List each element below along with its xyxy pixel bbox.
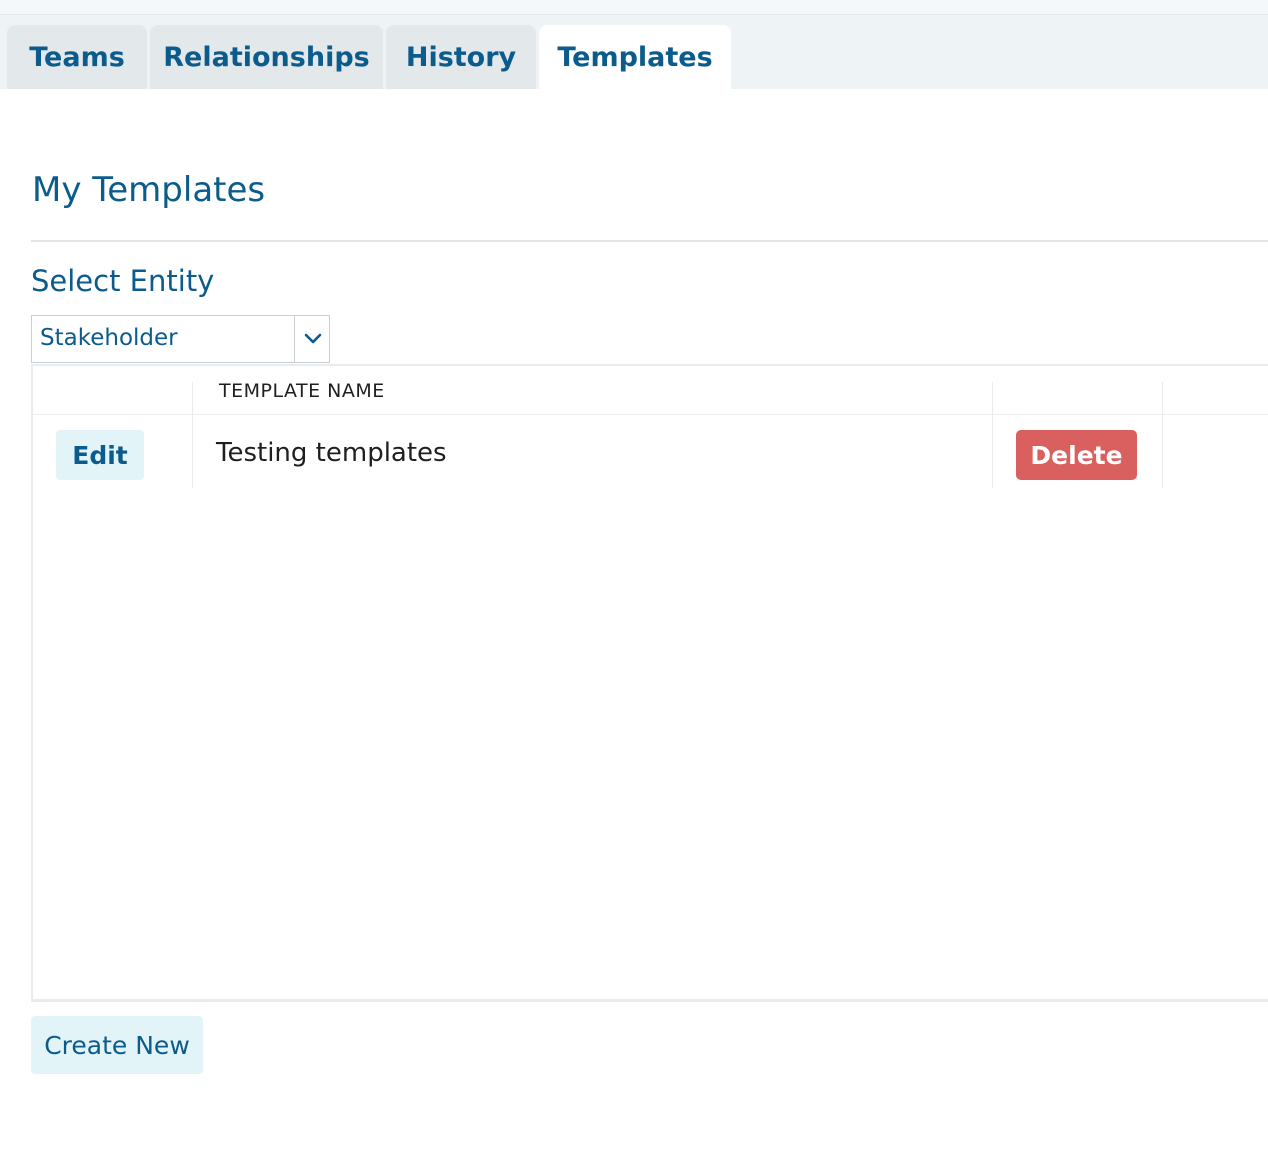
column-divider [1162, 382, 1163, 488]
entity-select-value: Stakeholder [40, 325, 178, 351]
top-strip [0, 0, 1268, 15]
column-header-template-name: TEMPLATE NAME [219, 380, 385, 402]
tab-templates[interactable]: Templates [539, 25, 731, 89]
header-divider [33, 414, 1268, 415]
tab-bar: Teams Relationships History Templates [0, 15, 1268, 89]
column-divider [992, 382, 993, 488]
template-name-cell: Testing templates [216, 438, 447, 468]
templates-table: TEMPLATE NAME Edit Testing templates Del… [31, 364, 1268, 1002]
page-title: My Templates [32, 170, 266, 210]
select-entity-label: Select Entity [31, 264, 215, 298]
entity-select[interactable]: Stakeholder [31, 315, 330, 363]
chevron-down-icon[interactable] [302, 328, 324, 350]
edit-button[interactable]: Edit [56, 430, 144, 480]
title-divider [31, 240, 1268, 242]
tab-history[interactable]: History [386, 25, 536, 89]
create-new-button[interactable]: Create New [31, 1016, 203, 1074]
column-divider [192, 382, 193, 488]
tab-relationships[interactable]: Relationships [150, 25, 383, 89]
tab-teams[interactable]: Teams [7, 25, 147, 89]
delete-button[interactable]: Delete [1016, 430, 1137, 480]
select-divider [294, 316, 295, 362]
